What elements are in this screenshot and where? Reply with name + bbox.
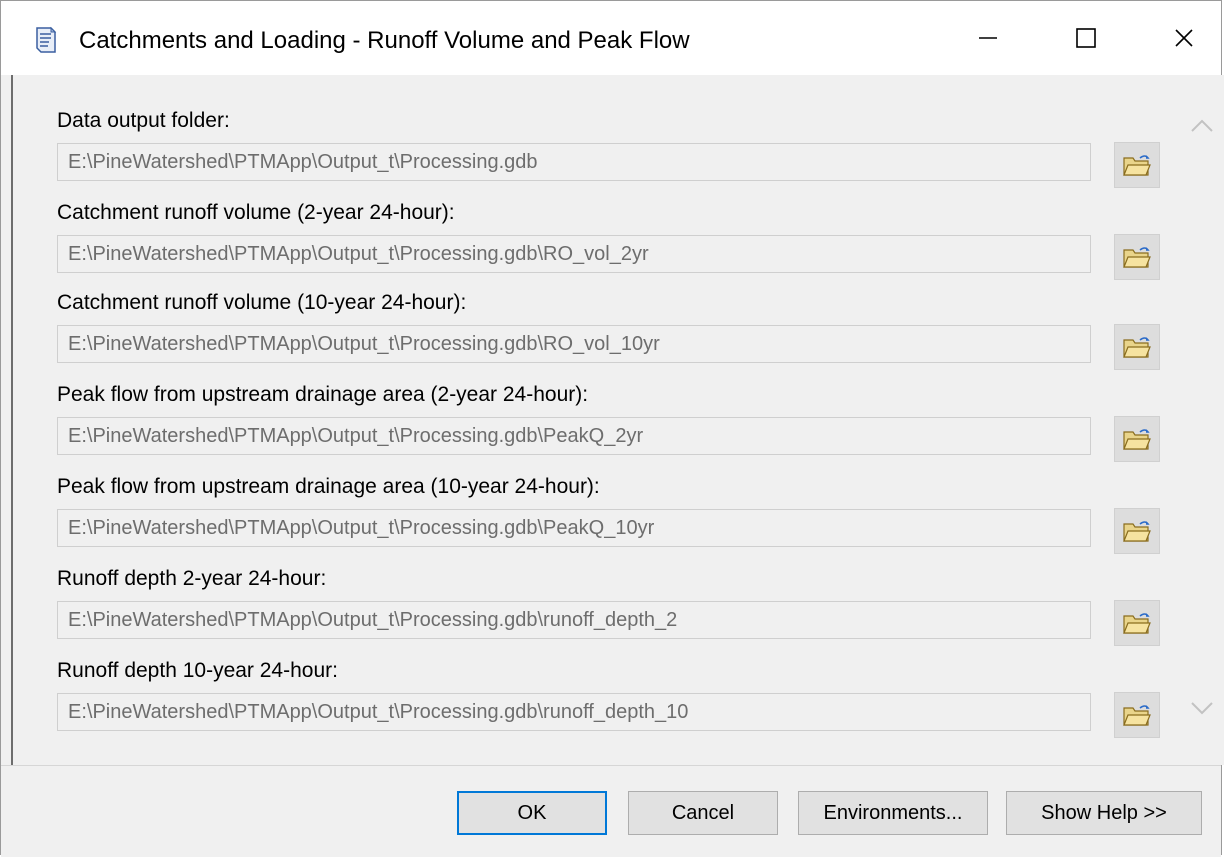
param-path-input[interactable]: E:\PineWatershed\PTMApp\Output_t\Process… <box>57 601 1091 639</box>
open-folder-icon <box>1123 613 1151 634</box>
vertical-scrollbar[interactable] <box>1179 75 1224 765</box>
param-path-input[interactable]: E:\PineWatershed\PTMApp\Output_t\Process… <box>57 143 1091 181</box>
browse-button[interactable] <box>1114 142 1160 188</box>
browse-button[interactable] <box>1114 416 1160 462</box>
ok-button[interactable]: OK <box>457 791 607 835</box>
param-label: Catchment runoff volume (2-year 24-hour)… <box>57 201 455 224</box>
param-label: Peak flow from upstream drainage area (2… <box>57 383 589 406</box>
close-button[interactable] <box>1139 1 1224 75</box>
param-label: Peak flow from upstream drainage area (1… <box>57 475 600 498</box>
maximize-button[interactable] <box>1041 1 1131 75</box>
open-folder-icon <box>1123 521 1151 542</box>
param-label: Data output folder: <box>57 109 230 132</box>
close-icon <box>1175 29 1193 47</box>
browse-button[interactable] <box>1114 508 1160 554</box>
param-path-input[interactable]: E:\PineWatershed\PTMApp\Output_t\Process… <box>57 509 1091 547</box>
scroll-up-icon[interactable] <box>1189 115 1215 137</box>
param-path-input[interactable]: E:\PineWatershed\PTMApp\Output_t\Process… <box>57 417 1091 455</box>
tool-dialog-window: Catchments and Loading - Runoff Volume a… <box>0 0 1224 857</box>
cancel-button[interactable]: Cancel <box>628 791 778 835</box>
open-folder-icon <box>1123 705 1151 726</box>
show-help-button[interactable]: Show Help >> <box>1006 791 1202 835</box>
open-folder-icon <box>1123 429 1151 450</box>
window-title: Catchments and Loading - Runoff Volume a… <box>79 27 690 54</box>
dialog-footer: OK Cancel Environments... Show Help >> <box>1 765 1221 857</box>
tool-script-icon <box>31 25 61 55</box>
param-path-input[interactable]: E:\PineWatershed\PTMApp\Output_t\Process… <box>57 325 1091 363</box>
param-label: Catchment runoff volume (10-year 24-hour… <box>57 291 467 314</box>
browse-button[interactable] <box>1114 692 1160 738</box>
param-label: Runoff depth 10-year 24-hour: <box>57 659 338 682</box>
open-folder-icon <box>1123 337 1151 358</box>
browse-button[interactable] <box>1114 324 1160 370</box>
parameters-panel: Data output folder: E:\PineWatershed\PTM… <box>11 75 1224 765</box>
browse-button[interactable] <box>1114 234 1160 280</box>
param-label: Runoff depth 2-year 24-hour: <box>57 567 327 590</box>
environments-button[interactable]: Environments... <box>798 791 988 835</box>
param-path-input[interactable]: E:\PineWatershed\PTMApp\Output_t\Process… <box>57 235 1091 273</box>
title-bar: Catchments and Loading - Runoff Volume a… <box>1 1 1221 75</box>
minimize-button[interactable] <box>943 1 1033 75</box>
param-path-input[interactable]: E:\PineWatershed\PTMApp\Output_t\Process… <box>57 693 1091 731</box>
minimize-icon <box>979 37 997 39</box>
browse-button[interactable] <box>1114 600 1160 646</box>
maximize-icon <box>1076 28 1096 48</box>
scroll-down-icon[interactable] <box>1189 697 1215 719</box>
open-folder-icon <box>1123 247 1151 268</box>
parameters-list: Data output folder: E:\PineWatershed\PTM… <box>13 75 1179 765</box>
open-folder-icon <box>1123 155 1151 176</box>
